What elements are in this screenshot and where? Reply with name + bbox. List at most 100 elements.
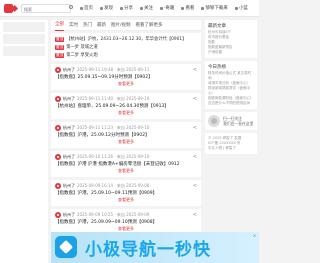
post-author[interactable]: 杭州了 [63,154,75,160]
panel-title: 最新文章 [208,24,226,29]
nav-user[interactable]: 小蓝 [234,4,248,13]
post-title[interactable]: 【指数盘】25.09.15~09.19分时预测【0902】 [55,74,197,81]
nav-discover[interactable]: 发现 [100,4,113,13]
share-icon[interactable]: < [193,96,197,102]
page: 首页 发现 分享 关注 ·奇趣 看看 够够下载来 小蓝 全部 实时 热门 最新 … [0,0,259,263]
post-title[interactable]: 【指数盘】沪港，25.09.10~09.11预测【0909】 [55,190,197,197]
nav-label: ·奇趣 [164,6,175,11]
close-icon[interactable]: × [252,233,257,238]
avatar[interactable] [55,96,61,102]
search-icon[interactable] [69,5,75,11]
follow-panel: 扫一扫关注 我们会一直在这里 [205,112,257,130]
avatar[interactable] [55,154,61,160]
pinned-post[interactable]: 置顶 第一步 及城之道 [55,43,197,51]
post-author[interactable]: 杭州了 [63,125,75,131]
top-nav: 首页 发现 分享 关注 ·奇趣 看看 够够下载来 小蓝 [80,4,248,13]
eye-icon [181,7,185,10]
read-more-link[interactable]: 查看更多 [55,139,197,145]
follow-subtext: 我们会一直在这里 [223,121,254,126]
recent-item[interactable]: 沪港前奏 [208,50,254,55]
footer-panel: © 2025 睿智了 发展 ICP 备 25XXXXX 号 中文人物 | 睿智了 [205,133,257,154]
nav-follow[interactable]: 关注 [140,4,153,13]
pin-badge: 置顶 [55,44,65,50]
avatar[interactable] [55,183,61,189]
post-header: 杭州了 2025-09-11 19:48 · 来自 2025-09-11 [55,66,197,74]
avatar[interactable] [55,125,61,131]
top-bar: 首页 发现 分享 关注 ·奇趣 看看 够够下载来 小蓝 [0,0,259,17]
pinned-title[interactable]: 第一步 及城之道 [66,44,97,50]
post-author[interactable]: 杭州了 [63,212,75,218]
post-title[interactable]: 【指数盘】沪港，25.09.09~09.10预测【0908】 [55,219,197,226]
share-icon[interactable]: < [193,125,197,131]
post-time: 2025-09-09 10:25 · 来自 2025-09-09 [77,212,150,217]
nav-label: 够够下载来 [205,6,228,11]
share-icon[interactable]: < [193,67,197,73]
post-time: 2025-09-11 11:40 · 来自 2025-09-10 [77,96,150,101]
nav-home[interactable]: 首页 [80,4,93,13]
post-author[interactable]: 杭州了 [63,96,75,102]
hot-panel: 今日热榜 财务时间价值公式 某交易时间 深港市场分析（盘面中心） 财经新闻退款提… [205,61,257,109]
post-card: 杭州了 2025-09-09 16:14 · 来自 2025-09-08 < 【指… [51,180,201,206]
qr-row: 扫一扫关注 我们会一直在这里 [208,115,254,127]
tab-live[interactable]: 实时 [69,20,78,31]
hot-item[interactable]: 财经新闻退款提供（盘面中心） [208,86,254,96]
read-more-link[interactable]: 查看更多 [55,110,197,116]
footer-line: 中文人物 | 睿智了 [208,146,236,150]
nav-label: 首页 [84,6,93,11]
user-icon [234,7,238,10]
left-sidebar [0,20,48,263]
right-column: 最新文章 杭州可持续4个 收市报价基金 指数 指数盘最新预告 沪港前奏 今日热榜… [205,20,257,263]
nav-label: 发现 [104,6,113,11]
tab-more[interactable]: 看看了解更多 [136,20,163,31]
nav-fun[interactable]: ·奇趣 [160,4,174,13]
post-header: 杭州了 2025-09-10 11:26 · 来自 2025-09-10 [55,153,197,161]
download-icon [201,7,205,10]
search-box[interactable] [21,4,71,13]
post-author[interactable]: 杭州了 [63,183,75,189]
post-header: 杭州了 2025-09-09 10:25 · 来自 2025-09-09 [55,211,197,219]
tab-hot[interactable]: 热门 [83,20,92,31]
post-card: 杭州了 2025-09-10 11:26 · 来自 2025-09-10 < 【指… [51,151,201,177]
sidebar-item[interactable] [3,22,45,32]
search-input[interactable] [24,6,64,12]
avatar[interactable] [55,67,61,73]
post-title[interactable]: 【指数盘】沪港 沪港 指数港A+偏房零活盘【未登记收】0912 [55,161,197,168]
nav-download[interactable]: 够够下载来 [201,4,228,13]
share-icon[interactable]: < [193,154,197,160]
nav-label: 分享 [124,6,133,11]
avatar[interactable] [55,212,61,218]
nav-look[interactable]: 看看 [181,4,194,13]
pinned-post[interactable]: 置顶 【杭州站】沪杭，2431.03~26.12.30，年华会计代【0901】 [55,35,197,43]
post-header: 杭州了 2025-09-09 16:14 · 来自 2025-09-08 [55,182,197,190]
tab-all[interactable]: 全部 [55,20,64,31]
ad-text[interactable]: 小极导航一秒快 [85,235,211,260]
hot-item[interactable]: 这边是什么不同的预测区间 [208,101,254,106]
tab-media[interactable]: 图片/视频 [111,20,131,31]
tab-new[interactable]: 最新 [97,20,106,31]
hot-item[interactable]: 财务时间价值公式 某交易时间 [208,71,254,81]
pinned-title[interactable]: 第二步 享受火炮 [66,52,97,58]
sidebar-item[interactable] [3,34,45,44]
logo-icon[interactable] [4,4,19,13]
read-more-link[interactable]: 查看更多 [55,81,197,87]
post-card: 杭州了 2025-09-11 11:40 · 来自 2025-09-10 < 【杭… [51,93,201,119]
share-icon[interactable]: < [193,183,197,189]
home-icon [80,7,83,10]
share-icon[interactable]: < [193,212,197,218]
follow-icon [140,7,143,10]
post-time: 2025-09-09 16:14 · 来自 2025-09-08 [77,183,150,188]
main-feed: 全部 实时 热门 最新 图片/视频 看看了解更多 置顶 【杭州站】沪杭，2431.… [51,20,201,263]
recent-panel: 最新文章 杭州可持续4个 收市报价基金 指数 指数盘最新预告 沪港前奏 [205,20,257,58]
pinned-title[interactable]: 【杭州站】沪杭，2431.03~26.12.30，年华会计代【0901】 [66,36,186,42]
sidebar-item[interactable] [3,46,45,56]
compass-icon [100,7,103,10]
post-time: 2025-09-10 11:26 · 来自 2025-09-10 [77,154,150,159]
ad-banner[interactable]: 小极导航一秒快 × [51,232,259,263]
post-title[interactable]: 【杭州站】盘理单，25.09.09~26.04.30预测【0913】 [55,103,197,110]
post-author[interactable]: 杭州了 [63,67,75,73]
pinned-post[interactable]: 置顶 第二步 享受火炮 [55,51,197,59]
post-title[interactable]: 【指数盘】沪港，25.09.12分时预测【0902】 [55,132,197,139]
nav-share[interactable]: 分享 [120,4,133,13]
read-more-link[interactable]: 查看更多 [55,197,197,203]
read-more-link[interactable]: 查看更多 [55,168,197,174]
